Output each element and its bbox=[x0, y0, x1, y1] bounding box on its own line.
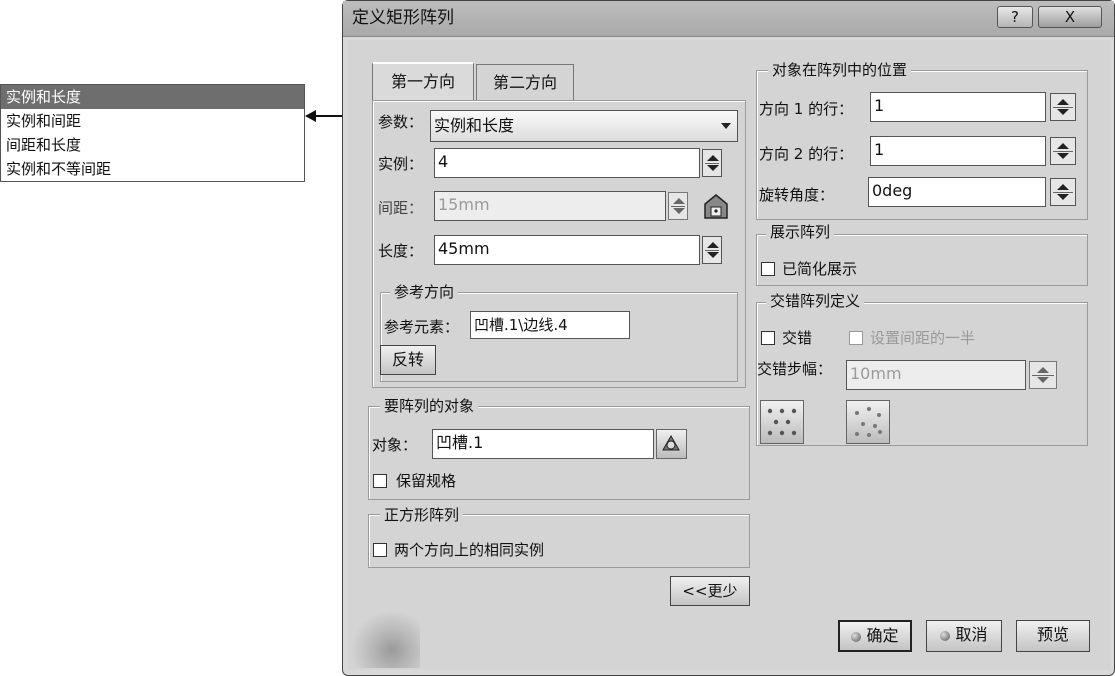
spacing-input[interactable]: 15mm bbox=[434, 191, 666, 221]
objects-legend: 要阵列的对象 bbox=[380, 396, 479, 416]
row-dir2-spinner[interactable] bbox=[1050, 137, 1076, 165]
chevron-down-icon bbox=[721, 123, 731, 129]
simplified-checkbox[interactable] bbox=[761, 262, 775, 276]
reverse-button[interactable]: 反转 bbox=[380, 345, 436, 375]
object-label: 对象： bbox=[372, 436, 418, 454]
cancel-button[interactable]: 取消 bbox=[926, 620, 1002, 652]
same-instances-label: 两个方向上的相同实例 bbox=[394, 541, 545, 559]
half-spacing-label: 设置间距的一半 bbox=[870, 329, 976, 347]
reference-direction-legend: 参考方向 bbox=[390, 282, 459, 302]
stagger-checkbox[interactable] bbox=[761, 331, 775, 345]
list-item[interactable]: 实例和不等间距 bbox=[1, 157, 304, 181]
keep-spec-checkbox[interactable] bbox=[373, 474, 387, 488]
ok-label: 确定 bbox=[866, 626, 899, 645]
stagger-step-input[interactable]: 10mm bbox=[846, 360, 1026, 390]
object-input[interactable]: 凹槽.1 bbox=[432, 429, 654, 459]
rotation-spinner[interactable] bbox=[1050, 178, 1076, 206]
square-pattern-legend: 正方形阵列 bbox=[380, 505, 464, 525]
row-dir2-label: 方向 2 的行： bbox=[759, 145, 854, 163]
row-dir1-spinner[interactable] bbox=[1050, 93, 1076, 121]
stagger-label: 交错 bbox=[782, 329, 813, 347]
same-instances-checkbox[interactable] bbox=[373, 543, 387, 557]
help-button[interactable]: ? bbox=[997, 6, 1033, 28]
reference-element-input[interactable]: 凹槽.1\边线.4 bbox=[470, 311, 630, 339]
instance-label: 实例： bbox=[378, 155, 424, 173]
stagger-pattern-a-icon[interactable] bbox=[760, 400, 804, 444]
object-select-icon[interactable] bbox=[656, 429, 687, 459]
param-select-value: 实例和长度 bbox=[434, 116, 515, 135]
instance-spinner[interactable] bbox=[702, 149, 722, 177]
tab-second-direction[interactable]: 第二方向 bbox=[476, 64, 574, 100]
cancel-dot-icon bbox=[940, 630, 951, 641]
length-label: 长度： bbox=[378, 242, 424, 260]
keep-spec-label: 保留规格 bbox=[396, 472, 457, 490]
rotation-input[interactable]: 0deg bbox=[868, 177, 1046, 207]
length-spinner[interactable] bbox=[702, 236, 722, 264]
close-button[interactable]: X bbox=[1038, 6, 1102, 28]
row-dir1-label: 方向 1 的行： bbox=[759, 100, 854, 118]
reference-element-label: 参考元素： bbox=[384, 318, 460, 336]
param-label: 参数： bbox=[378, 113, 424, 131]
dialog-title: 定义矩形阵列 bbox=[352, 8, 454, 28]
stagger-step-label: 交错步幅： bbox=[757, 360, 833, 378]
row-dir2-input[interactable]: 1 bbox=[870, 136, 1046, 166]
stagger-step-spinner[interactable] bbox=[1029, 361, 1057, 389]
callout-arrow-head bbox=[305, 110, 316, 122]
param-select[interactable]: 实例和长度 bbox=[430, 110, 738, 142]
staggered-legend: 交错阵列定义 bbox=[766, 291, 865, 311]
ok-dot-icon bbox=[851, 631, 862, 642]
spacing-spinner[interactable] bbox=[668, 192, 688, 220]
simplified-label: 已简化展示 bbox=[782, 260, 858, 278]
lock-formula-icon[interactable] bbox=[700, 190, 732, 222]
half-spacing-checkbox[interactable] bbox=[849, 331, 863, 345]
parameter-options-list: 实例和长度 实例和间距 间距和长度 实例和不等间距 bbox=[0, 84, 305, 182]
row-dir1-input[interactable]: 1 bbox=[870, 92, 1046, 122]
list-item[interactable]: 实例和间距 bbox=[1, 109, 304, 133]
spacing-label: 间距： bbox=[378, 199, 424, 217]
list-item[interactable]: 间距和长度 bbox=[1, 133, 304, 157]
instance-input[interactable]: 4 bbox=[434, 148, 700, 178]
ok-button[interactable]: 确定 bbox=[838, 620, 912, 652]
rotation-label: 旋转角度： bbox=[759, 186, 835, 204]
position-legend: 对象在阵列中的位置 bbox=[768, 60, 912, 80]
tab-first-direction[interactable]: 第一方向 bbox=[372, 62, 474, 102]
logo-watermark bbox=[350, 610, 420, 668]
length-input[interactable]: 45mm bbox=[434, 235, 700, 265]
preview-button[interactable]: 预览 bbox=[1016, 620, 1090, 652]
cancel-label: 取消 bbox=[955, 625, 988, 644]
less-button[interactable]: <<更少 bbox=[670, 576, 750, 606]
stagger-pattern-b-icon[interactable] bbox=[846, 400, 890, 444]
list-item[interactable]: 实例和长度 bbox=[1, 85, 304, 109]
show-pattern-legend: 展示阵列 bbox=[766, 222, 835, 242]
